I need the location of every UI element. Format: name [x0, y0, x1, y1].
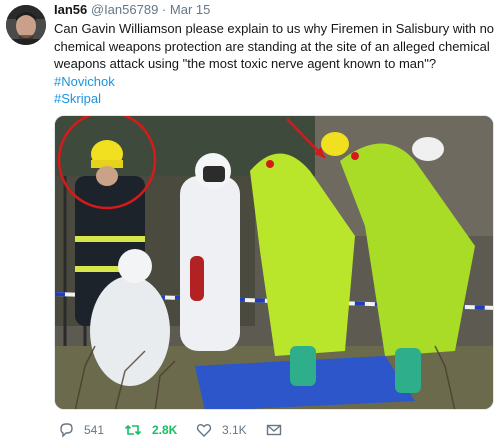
- direct-message-button[interactable]: [266, 420, 292, 440]
- retweet-count: 2.8K: [152, 423, 178, 437]
- user-handle[interactable]: @Ian56789: [91, 2, 158, 17]
- like-count: 3.1K: [222, 423, 247, 437]
- tweet-date[interactable]: Mar 15: [170, 2, 210, 17]
- tweet-text: Can Gavin Williamson please explain to u…: [54, 20, 494, 108]
- reply-button[interactable]: 541: [58, 420, 104, 440]
- avatar[interactable]: [6, 5, 46, 45]
- avatar-photo: [6, 5, 46, 45]
- tweet-text-line: weapons attack using "the most toxic ner…: [54, 56, 437, 71]
- tweet-photo[interactable]: [54, 115, 494, 410]
- meta-separator: ·: [161, 2, 167, 17]
- hashtag-link[interactable]: #Skripal: [54, 90, 494, 108]
- reply-icon: [60, 423, 73, 438]
- heart-icon: [196, 424, 212, 437]
- display-name[interactable]: Ian56: [54, 2, 87, 17]
- tweet-text-line: chemical weapons protection are standing…: [54, 38, 490, 54]
- tweet-header: Ian56 @Ian56789 · Mar 15: [54, 2, 210, 18]
- hashtag-link[interactable]: #Novichok: [54, 73, 494, 91]
- retweet-icon: [124, 424, 142, 436]
- like-button[interactable]: 3.1K: [196, 420, 247, 440]
- reply-count: 541: [84, 423, 105, 437]
- tweet-text-line: Can Gavin Williamson please explain to u…: [54, 21, 495, 36]
- envelope-icon: [266, 424, 282, 436]
- retweet-button[interactable]: 2.8K: [124, 420, 177, 440]
- photo-scene: [55, 116, 493, 409]
- tweet-actions: 541 2.8K 3.1K: [54, 420, 494, 440]
